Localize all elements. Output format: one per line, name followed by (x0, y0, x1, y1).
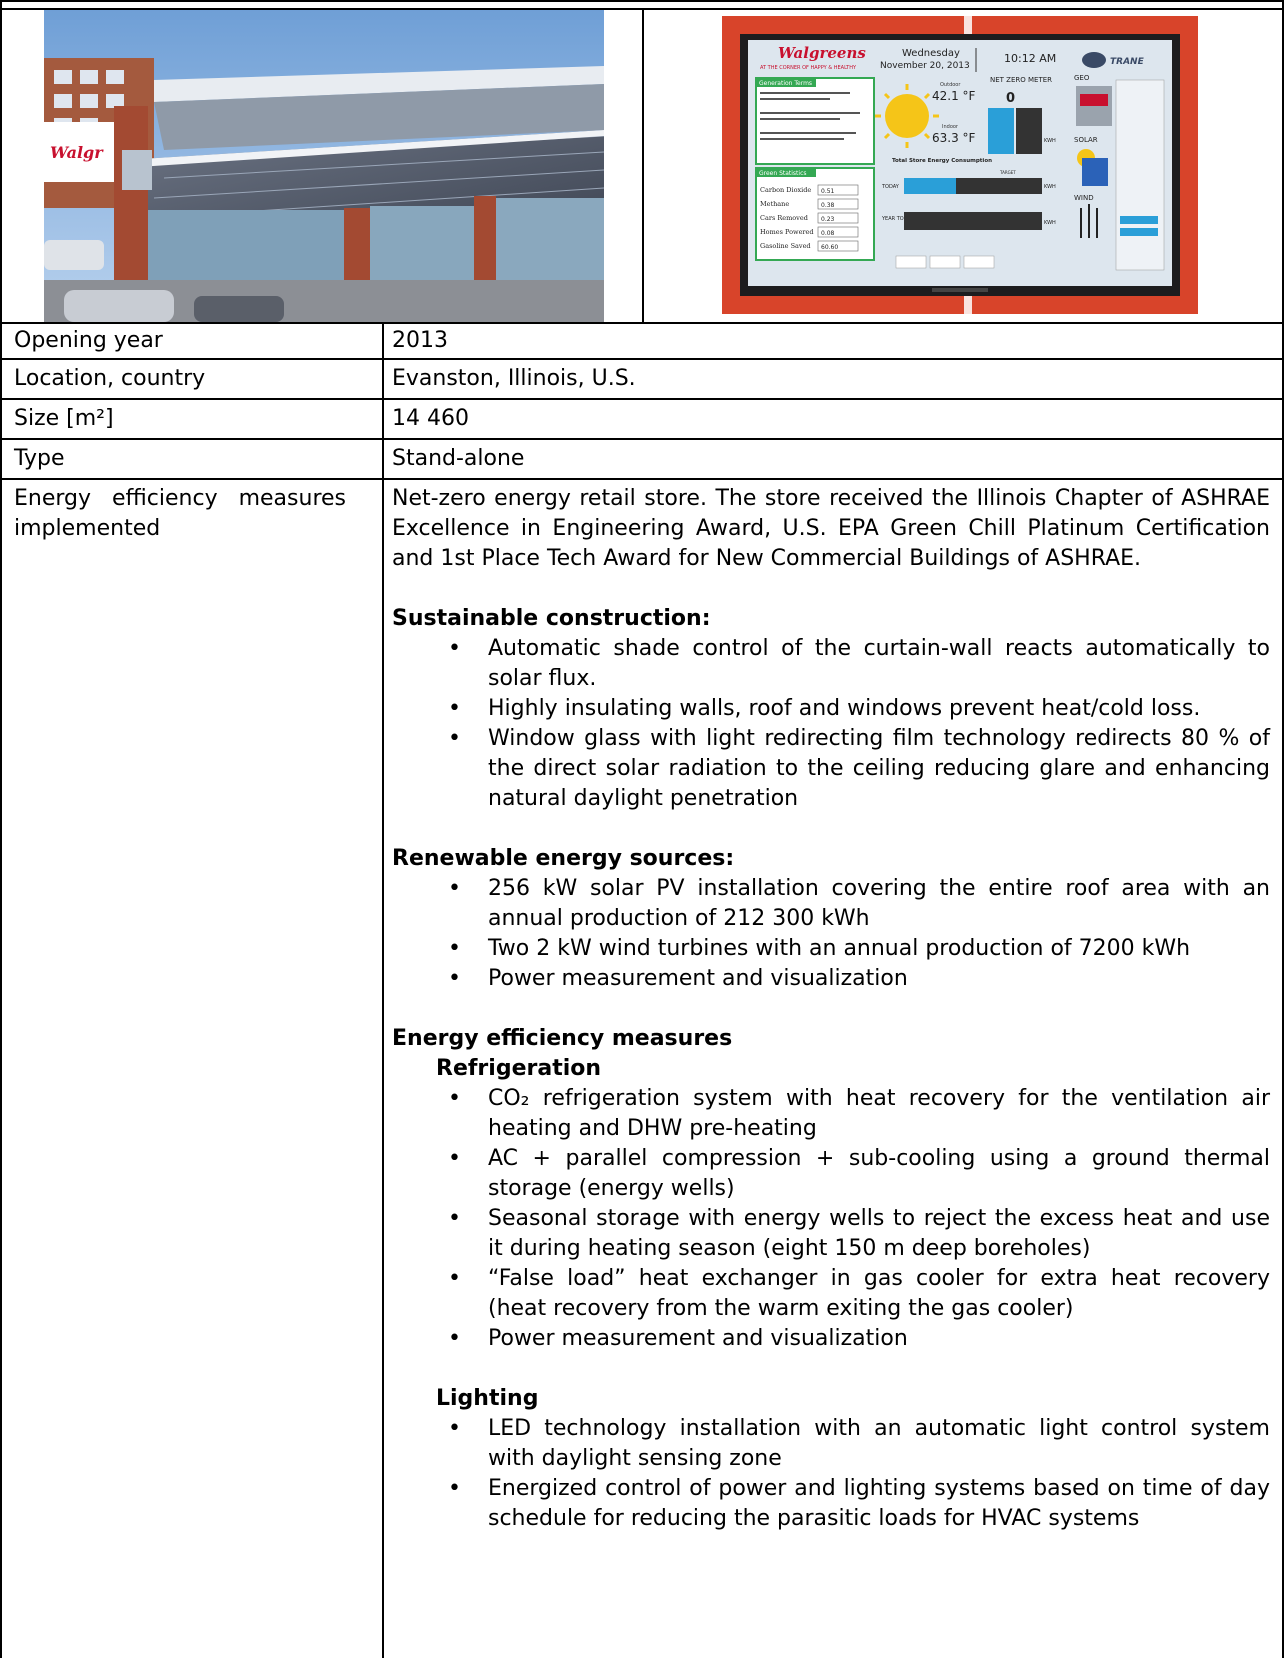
row-value-type: Stand-alone (392, 446, 525, 471)
stat-label: Methane (760, 200, 789, 208)
energy-dashboard-illustration: Walgreens AT THE CORNER OF HAPPY & HEALT… (722, 16, 1198, 314)
column-divider (382, 322, 384, 1658)
list-item: Highly insulating walls, roof and window… (392, 694, 1270, 724)
data-table: Walgr Walgreens AT THE CORNER OF HAPPY &… (0, 0, 1284, 1658)
dashboard-date: November 20, 2013 (880, 61, 970, 71)
dashboard-today-label: TODAY (881, 184, 900, 190)
dashboard-kwh-label: KWH (1044, 184, 1056, 190)
dashboard-indoor-temp: 63.3 °F (932, 131, 976, 145)
subsection-heading-refrigeration: Refrigeration (436, 1056, 602, 1081)
dashboard-generation-terms: Generation Terms (759, 80, 812, 87)
dashboard-indoor-label: Indoor (942, 124, 959, 130)
dashboard-vendor: TRANE (1110, 57, 1145, 67)
image-row-divider (642, 8, 644, 324)
store-exterior-illustration: Walgr (44, 10, 604, 322)
construction-list: Automatic shade control of the curtain-w… (392, 634, 1270, 814)
table-border-left (0, 0, 2, 1658)
dashboard-outdoor-temp: 42.1 °F (932, 89, 976, 103)
row-label-size: Size [m²] (14, 406, 114, 431)
stat-value: 0.08 (821, 230, 835, 237)
stat-value: 0.51 (821, 188, 835, 195)
list-item: “False load” heat exchanger in gas coole… (392, 1264, 1270, 1324)
measures-label-line2: implemented (14, 516, 161, 541)
subsection-heading-lighting: Lighting (436, 1386, 539, 1411)
stat-label: Gasoline Saved (760, 242, 811, 250)
row-rule (0, 478, 1284, 480)
stat-label: Homes Powered (760, 228, 814, 236)
store-exterior-photo: Walgr (44, 10, 604, 322)
dashboard-solar-label: SOLAR (1074, 136, 1098, 144)
dashboard-brand: Walgreens (778, 44, 866, 62)
svg-text:Walgr: Walgr (50, 143, 104, 162)
stat-label: Carbon Dioxide (760, 186, 811, 194)
stat-label: Cars Removed (760, 214, 808, 222)
dashboard-consumption-title: Total Store Energy Consumption (892, 158, 992, 164)
lighting-list: LED technology installation with an auto… (392, 1414, 1270, 1534)
dashboard-meter-title: NET ZERO METER (990, 76, 1052, 84)
dashboard-outdoor-label: Outdoor (940, 82, 961, 88)
dashboard-day: Wednesday (902, 48, 960, 59)
row-value-location: Evanston, Illinois, U.S. (392, 366, 636, 391)
list-item: Automatic shade control of the curtain-w… (392, 634, 1270, 694)
list-item: Energized control of power and lighting … (392, 1474, 1270, 1534)
dashboard-meter-value: 0 (1006, 91, 1015, 106)
row-rule (0, 322, 1284, 324)
section-heading-efficiency: Energy efficiency measures (392, 1026, 733, 1051)
row-value-opening-year: 2013 (392, 328, 448, 353)
list-item: Two 2 kW wind turbines with an annual pr… (392, 934, 1270, 964)
list-item: 256 kW solar PV installation covering th… (392, 874, 1270, 934)
list-item: Seasonal storage with energy wells to re… (392, 1204, 1270, 1264)
row-label-type: Type (14, 446, 65, 471)
energy-dashboard-photo: Walgreens AT THE CORNER OF HAPPY & HEALT… (722, 16, 1198, 314)
dashboard-tagline: AT THE CORNER OF HAPPY & HEALTHY (760, 65, 857, 71)
dashboard-green-statistics: Green Statistics (759, 170, 807, 177)
measures-label-line1: Energy efficiency measures (14, 486, 346, 511)
dashboard-geo-label: GEO (1074, 74, 1090, 82)
list-item: Window glass with light redirecting film… (392, 724, 1270, 814)
list-item: AC + parallel compression + sub-cooling … (392, 1144, 1270, 1204)
row-rule (0, 398, 1284, 400)
dashboard-target-label: TARGET (999, 170, 1016, 175)
dashboard-kwh-label: KWH (1044, 138, 1056, 144)
refrigeration-list: CO₂ refrigeration system with heat recov… (392, 1084, 1270, 1354)
list-item: Power measurement and visualization (392, 1324, 1270, 1354)
row-label-opening-year: Opening year (14, 328, 163, 353)
stat-value: 60.60 (821, 244, 838, 251)
stat-value: 0.23 (821, 216, 835, 223)
row-label-location: Location, country (14, 366, 206, 391)
dashboard-time: 10:12 AM (1004, 52, 1056, 65)
row-rule (0, 358, 1284, 360)
stat-value: 0.38 (821, 202, 835, 209)
dashboard-kwh-label: KWH (1044, 220, 1056, 226)
section-heading-renewable: Renewable energy sources: (392, 846, 735, 871)
measures-description: Net-zero energy retail store. The store … (392, 484, 1270, 1534)
dashboard-wind-label: WIND (1074, 194, 1094, 202)
list-item: Power measurement and visualization (392, 964, 1270, 994)
sun-icon (885, 94, 929, 138)
renewable-list: 256 kW solar PV installation covering th… (392, 874, 1270, 994)
table-border-top (0, 0, 1284, 2)
section-heading-construction: Sustainable construction: (392, 606, 711, 631)
row-value-size: 14 460 (392, 406, 469, 431)
list-item: CO₂ refrigeration system with heat recov… (392, 1084, 1270, 1144)
intro-paragraph: Net-zero energy retail store. The store … (392, 486, 1270, 571)
list-item: LED technology installation with an auto… (392, 1414, 1270, 1474)
row-rule (0, 438, 1284, 440)
